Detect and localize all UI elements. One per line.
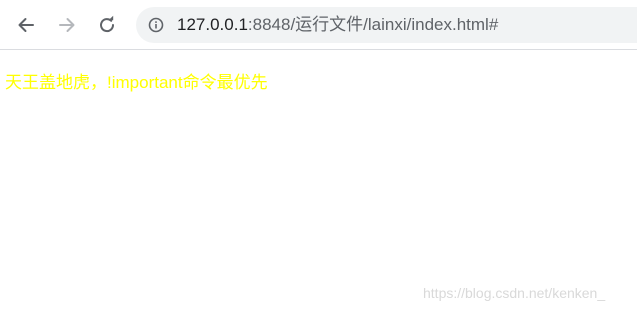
url-path: :8848/运行文件/lainxi/index.html# (247, 15, 499, 34)
browser-toolbar: 127.0.0.1:8848/运行文件/lainxi/index.html# (0, 0, 637, 50)
arrow-left-icon (18, 18, 34, 32)
back-button[interactable] (10, 9, 42, 41)
arrow-right-icon (59, 18, 75, 32)
watermark: https://blog.csdn.net/kenken_ (423, 285, 606, 301)
address-bar[interactable]: 127.0.0.1:8848/运行文件/lainxi/index.html# (136, 7, 637, 43)
page-content: 天王盖地虎，!important命令最优先 (0, 50, 637, 314)
forward-button[interactable] (51, 9, 83, 41)
info-circle-icon[interactable] (148, 17, 164, 33)
important-demo-text: 天王盖地虎，!important命令最优先 (5, 73, 268, 92)
url-host: 127.0.0.1 (177, 15, 248, 34)
url-text[interactable]: 127.0.0.1:8848/运行文件/lainxi/index.html# (177, 15, 498, 35)
reload-icon (100, 15, 115, 33)
reload-button[interactable] (91, 9, 123, 41)
